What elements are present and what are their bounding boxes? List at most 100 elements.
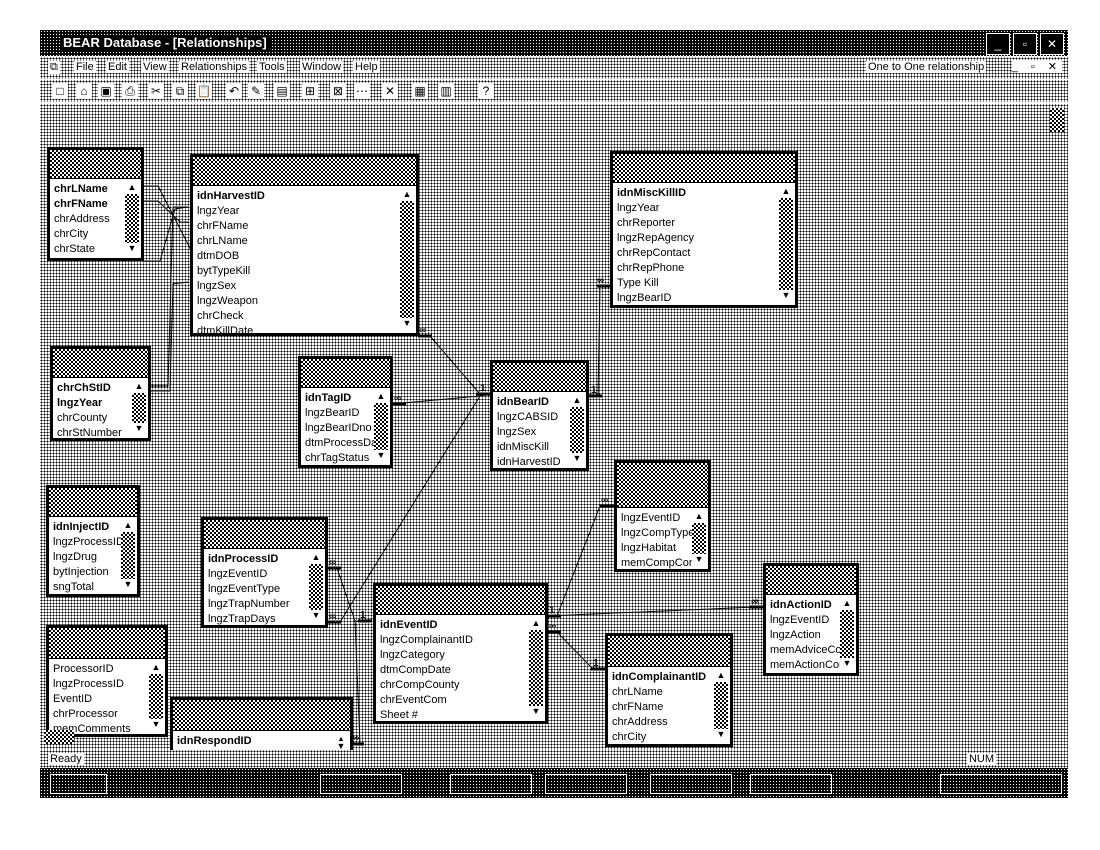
- table-scrollbar[interactable]: ▲ ▼: [149, 662, 163, 731]
- table-title-bar[interactable]: [376, 586, 545, 615]
- field-item[interactable]: Type Kill: [617, 276, 795, 291]
- table-scrollbar[interactable]: ▲ ▼: [779, 186, 793, 302]
- table-scrollbar[interactable]: ▲ ▼: [400, 189, 414, 330]
- show-all-relationships-icon[interactable]: ⋯: [354, 83, 370, 99]
- scroll-down-icon[interactable]: ▼: [125, 243, 139, 255]
- scroll-up-icon[interactable]: ▲: [121, 520, 135, 532]
- scroll-down-icon[interactable]: ▼: [121, 579, 135, 591]
- field-item[interactable]: chrAddress: [612, 715, 730, 730]
- table-scrollbar[interactable]: ▲ ▼: [840, 598, 854, 670]
- print-icon[interactable]: ⎙: [122, 83, 138, 99]
- field-list-table[interactable]: idnMiscKillID lngzYear chrReporter lngzRepA…: [610, 151, 798, 308]
- field-item[interactable]: lngzYear: [617, 201, 795, 216]
- table-scrollbar[interactable]: ▲ ▼: [570, 395, 584, 465]
- field-item[interactable]: chrLName: [197, 234, 416, 249]
- field-list-table[interactable]: lngzEventID lngzCompType lngzHabitat memCom…: [614, 460, 711, 572]
- field-item[interactable]: lngzYear: [197, 204, 416, 219]
- table-title-bar[interactable]: [766, 566, 856, 595]
- field-list-table[interactable]: idnComplainantID chrLName chrFName chrAddre…: [605, 633, 733, 747]
- show-table-icon[interactable]: ▤: [274, 83, 290, 99]
- field-item[interactable]: lngzTrapDays: [208, 612, 325, 627]
- primary-key-field[interactable]: idnRespondID: [177, 734, 350, 749]
- scroll-down-icon[interactable]: ▼: [570, 453, 584, 465]
- help-icon[interactable]: ?: [478, 83, 494, 99]
- taskbar-button[interactable]: [320, 774, 402, 794]
- scroll-down-icon[interactable]: ▼: [714, 729, 728, 741]
- field-item[interactable]: lngzEventType: [208, 582, 325, 597]
- field-item[interactable]: bytTypeKill: [197, 264, 416, 279]
- scroll-down-icon[interactable]: ▼: [400, 318, 414, 330]
- relationships-canvas[interactable]: ∞ ∞ 1 1 ∞ ∞ ∞ 1 ∞ 1 ∞ ∞ ∞ 1 chrLName chrF…: [40, 104, 1068, 762]
- menu-tools[interactable]: Tools: [257, 61, 287, 73]
- scroll-down-icon[interactable]: ▼: [149, 719, 163, 731]
- scroll-up-icon[interactable]: ▲: [570, 395, 584, 407]
- delete-icon[interactable]: ✕: [382, 83, 398, 99]
- field-item[interactable]: chrCity: [612, 730, 730, 745]
- relationship-type-dropdown[interactable]: One to One relationship: [866, 61, 987, 73]
- taskbar-button[interactable]: [650, 774, 732, 794]
- scroll-down-icon[interactable]: ▼: [779, 290, 793, 302]
- field-item[interactable]: chrRepContact: [617, 246, 795, 261]
- scroll-up-icon[interactable]: ▲: [779, 186, 793, 198]
- table-title-bar[interactable]: [493, 363, 586, 392]
- scroll-up-icon[interactable]: ▲: [714, 670, 728, 682]
- field-list-table[interactable]: idnInjectID lngzProcessID lngzDrug bytInjec…: [46, 485, 140, 597]
- field-list-table[interactable]: idnBearID lngzCABSID lngzSex idnMiscKill idn…: [490, 360, 589, 471]
- scroll-down-icon[interactable]: ▼: [529, 706, 543, 718]
- close-button[interactable]: ✕: [1040, 33, 1064, 55]
- start-button[interactable]: [50, 774, 107, 794]
- field-item[interactable]: chrCompCounty: [380, 678, 545, 693]
- field-list-table[interactable]: chrChStID lngzYear chrCounty chrStNumber ▲ ▼: [50, 346, 151, 441]
- paste-icon[interactable]: 📋: [196, 83, 212, 99]
- table-title-bar[interactable]: [50, 150, 141, 179]
- field-item[interactable]: chrFName: [612, 700, 730, 715]
- scroll-up-icon[interactable]: ▲: [374, 391, 388, 403]
- taskbar-button[interactable]: [750, 774, 832, 794]
- field-list-table[interactable]: idnTagID lngzBearID lngzBearIDno dtmProcess…: [298, 356, 393, 468]
- field-item[interactable]: lngzCategory: [380, 648, 545, 663]
- menu-edit[interactable]: Edit: [106, 61, 129, 73]
- field-item[interactable]: chrCheck: [197, 309, 416, 324]
- scroll-up-icon[interactable]: ▲: [125, 182, 139, 194]
- field-item[interactable]: Sheet #: [380, 708, 545, 723]
- field-item[interactable]: dtmKillDate: [197, 324, 416, 339]
- table-scrollbar[interactable]: ▲ ▼: [125, 182, 139, 255]
- show-direct-icon[interactable]: ⊞: [302, 83, 318, 99]
- primary-key-field[interactable]: idnEventID: [380, 618, 545, 633]
- table-scrollbar[interactable]: ▲ ▼: [309, 552, 323, 622]
- save-icon[interactable]: ▣: [98, 83, 114, 99]
- menu-view[interactable]: View: [141, 61, 169, 73]
- maximize-button[interactable]: ▫: [1013, 33, 1037, 55]
- table-scrollbar[interactable]: ▲ ▼: [529, 618, 543, 718]
- scroll-down-icon[interactable]: ▼: [132, 423, 146, 435]
- field-item[interactable]: dtmDOB: [197, 249, 416, 264]
- field-list-table[interactable]: ProcessorID lngzProcessID EventID chrProces…: [46, 625, 168, 737]
- show-all-icon[interactable]: ⊠: [330, 83, 346, 99]
- field-item[interactable]: lngzBearID: [617, 291, 795, 306]
- vertical-scrollbar[interactable]: [1050, 108, 1064, 132]
- field-list-table[interactable]: chrLName chrFName chrAddress chrCity chrStat…: [47, 147, 144, 261]
- table-scrollbar[interactable]: ▲ ▼: [692, 511, 706, 566]
- field-list-table[interactable]: idnProcessID lngzEventID lngzEventType lngz…: [201, 517, 328, 628]
- new-icon[interactable]: □: [52, 83, 68, 99]
- table-title-bar[interactable]: [173, 700, 350, 731]
- scroll-up-icon[interactable]: ▲: [692, 511, 706, 523]
- scroll-up-icon[interactable]: ▲: [529, 618, 543, 630]
- table-title-bar[interactable]: [53, 349, 148, 378]
- menu-window[interactable]: Window: [300, 61, 344, 73]
- field-list-table[interactable]: idnEventID lngzComplainantID lngzCategory d…: [373, 583, 548, 724]
- field-item[interactable]: lngzSex: [197, 279, 416, 294]
- undo-icon[interactable]: ↶: [226, 83, 242, 99]
- scroll-up-icon[interactable]: ▲: [309, 552, 323, 564]
- field-item[interactable]: lngzComplainantID: [380, 633, 545, 648]
- table-title-bar[interactable]: [301, 359, 390, 388]
- field-item[interactable]: chrLName: [612, 685, 730, 700]
- table-title-bar[interactable]: [49, 628, 165, 659]
- table-scrollbar[interactable]: ▲ ▼: [374, 391, 388, 462]
- database-window-icon[interactable]: ▦: [412, 83, 428, 99]
- field-item[interactable]: lngzTrapNumber: [208, 597, 325, 612]
- table-scrollbar[interactable]: ▲ ▼: [121, 520, 135, 591]
- field-item[interactable]: chrEventCom: [380, 693, 545, 708]
- table-title-bar[interactable]: [613, 154, 795, 183]
- scroll-down-icon[interactable]: ▼: [692, 554, 706, 566]
